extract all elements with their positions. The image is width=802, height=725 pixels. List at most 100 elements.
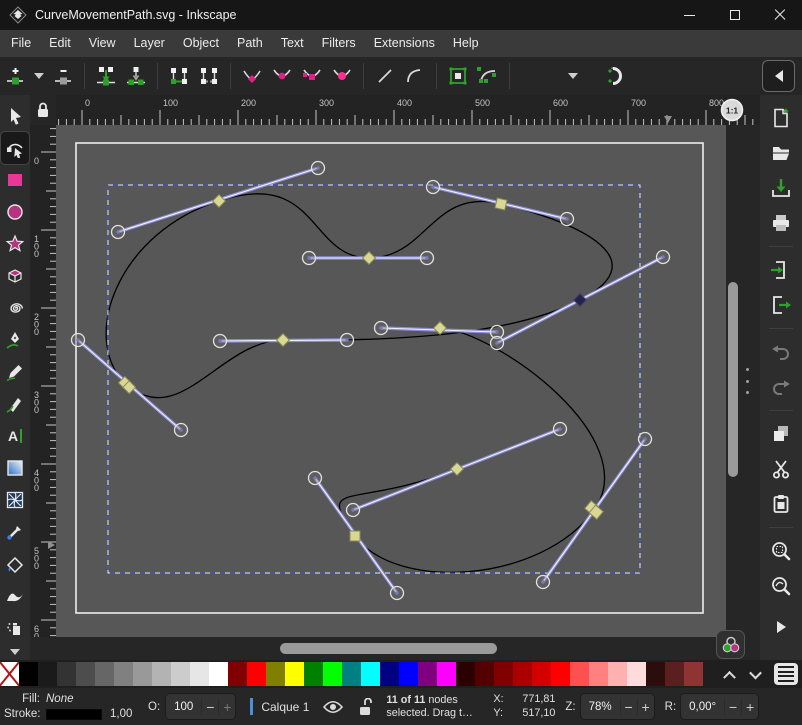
palette-swatch-5c1f1f[interactable] — [665, 662, 684, 686]
palette-swatch-ff5050[interactable] — [570, 662, 589, 686]
tool-pen[interactable] — [1, 324, 29, 356]
join-segment-button[interactable] — [164, 61, 194, 91]
tool-spray[interactable] — [1, 612, 29, 644]
stroke-width-value[interactable]: 1,00 — [104, 708, 138, 720]
path-node-diamond[interactable] — [363, 252, 376, 265]
collapse-commands-bar-button[interactable] — [762, 60, 795, 92]
tool-spiral[interactable] — [1, 292, 29, 324]
palette-swatch-ffb0b0[interactable] — [608, 662, 627, 686]
palette-swatch-d40000[interactable] — [532, 662, 551, 686]
object-to-path-button[interactable] — [443, 61, 473, 91]
horizontal-ruler[interactable]: 0100200300400500600700800 — [56, 95, 760, 125]
x-options-dropdown[interactable] — [564, 61, 582, 91]
vertical-scrollbar[interactable] — [728, 282, 738, 477]
palette-swatch-666666[interactable] — [95, 662, 114, 686]
tool-selector[interactable] — [1, 100, 29, 132]
palette-swatch-ffff00[interactable] — [285, 662, 304, 686]
document-save-button[interactable] — [766, 173, 796, 203]
join-nodes-button[interactable] — [91, 61, 121, 91]
palette-swatch-ffffff[interactable] — [209, 662, 228, 686]
opacity-increase-button[interactable]: + — [218, 699, 235, 715]
menu-extensions[interactable]: Extensions — [365, 30, 444, 57]
palette-swatch-4d4d4d[interactable] — [76, 662, 95, 686]
ruler-corner[interactable] — [30, 95, 56, 125]
path-node-square[interactable] — [350, 531, 360, 541]
menu-object[interactable]: Object — [174, 30, 228, 57]
palette-swatch-ffdcdc[interactable] — [627, 662, 646, 686]
menu-filters[interactable]: Filters — [313, 30, 365, 57]
document-new-button[interactable] — [766, 103, 796, 133]
bezier-path-1[interactable] — [106, 194, 612, 398]
palette-swatch-00ff00[interactable] — [323, 662, 342, 686]
tool-rectangle[interactable] — [1, 164, 29, 196]
opacity-decrease-button[interactable]: − — [201, 699, 218, 715]
drawing-canvas[interactable] — [56, 125, 726, 637]
tool-paint-bucket[interactable] — [1, 548, 29, 580]
palette-swatch-800080[interactable] — [418, 662, 437, 686]
zoom-spinbox[interactable]: 78% − + — [580, 693, 655, 720]
rotation-increase-button[interactable]: + — [741, 699, 758, 715]
delete-node-button[interactable] — [48, 61, 78, 91]
tool-gradient[interactable] — [1, 452, 29, 484]
menu-text[interactable]: Text — [272, 30, 313, 57]
palette-swatch-808000[interactable] — [266, 662, 285, 686]
zoom-selection-button[interactable] — [766, 536, 796, 566]
redo-button[interactable] — [766, 372, 796, 402]
tool-3d-box[interactable] — [1, 260, 29, 292]
delete-segment-button[interactable] — [194, 61, 224, 91]
path-node-diamond[interactable] — [277, 334, 290, 347]
layer-lock-open-icon[interactable] — [357, 698, 372, 716]
color-managed-display-button[interactable] — [716, 630, 745, 659]
menu-path[interactable]: Path — [228, 30, 272, 57]
path-node-square[interactable] — [495, 198, 507, 210]
palette-swatch-none[interactable] — [0, 662, 19, 686]
duplicate-button[interactable] — [766, 419, 796, 449]
zoom-decrease-button[interactable]: − — [620, 699, 637, 715]
menu-edit[interactable]: Edit — [40, 30, 80, 57]
rotation-value[interactable]: 0,00° — [681, 701, 724, 713]
line-segment-button[interactable] — [370, 61, 400, 91]
palette-swatch-cccccc[interactable] — [171, 662, 190, 686]
more-tools-button[interactable] — [1, 644, 29, 660]
curve-segment-button[interactable] — [400, 61, 430, 91]
zoom-increase-button[interactable]: + — [637, 699, 654, 715]
palette-swatch-0000ff[interactable] — [399, 662, 418, 686]
rotation-spinbox[interactable]: 0,00° − + — [680, 693, 759, 720]
more-commands-button[interactable] — [766, 612, 796, 642]
path-node-diamond[interactable] — [434, 322, 447, 335]
tool-text[interactable]: A — [1, 420, 29, 452]
palette-swatch-000000[interactable] — [19, 662, 38, 686]
palette-swatch-000080[interactable] — [380, 662, 399, 686]
palette-swatch-ff0000[interactable] — [551, 662, 570, 686]
palette-swatch-008080[interactable] — [342, 662, 361, 686]
palette-swatch-b3b3b3[interactable] — [152, 662, 171, 686]
menu-view[interactable]: View — [80, 30, 125, 57]
palette-menu-button[interactable] — [774, 663, 798, 685]
opacity-value[interactable]: 100 — [166, 701, 201, 713]
insert-node-dropdown[interactable] — [30, 61, 48, 91]
stroke-color-swatch[interactable] — [46, 709, 102, 720]
document-open-button[interactable] — [766, 138, 796, 168]
menu-layer[interactable]: Layer — [125, 30, 174, 57]
palette-scroll-down-button[interactable] — [742, 662, 768, 686]
break-nodes-button[interactable] — [121, 61, 151, 91]
tool-mesh-gradient[interactable] — [1, 484, 29, 516]
symmetric-node-button[interactable] — [297, 61, 327, 91]
cut-button[interactable] — [766, 454, 796, 484]
fill-value[interactable]: None — [46, 693, 104, 705]
palette-swatch-800000[interactable] — [494, 662, 513, 686]
tool-calligraphy[interactable] — [1, 388, 29, 420]
palette-scroll-up-button[interactable] — [716, 662, 742, 686]
undo-button[interactable] — [766, 337, 796, 367]
horizontal-scrollbar[interactable] — [280, 643, 497, 654]
stroke-to-path-button[interactable] — [473, 61, 503, 91]
tool-tweak[interactable] — [1, 580, 29, 612]
palette-swatch-333333[interactable] — [57, 662, 76, 686]
opacity-spinbox[interactable]: 100 − + — [165, 693, 236, 720]
layer-visibility-eye-icon[interactable] — [323, 700, 343, 714]
transform-handles-button[interactable] — [600, 61, 630, 91]
auto-smooth-node-button[interactable] — [327, 61, 357, 91]
vertical-ruler[interactable]: 0100200300400500600 — [30, 125, 56, 637]
horizontal-scroll-track[interactable] — [56, 637, 726, 660]
palette-swatch-8f3333[interactable] — [684, 662, 703, 686]
